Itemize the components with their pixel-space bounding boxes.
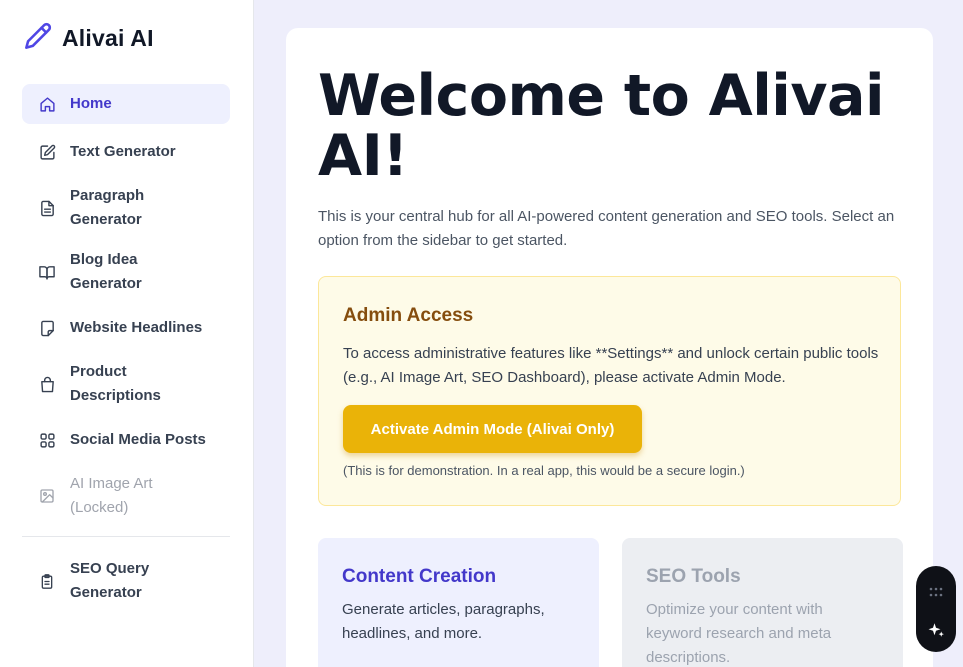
edit-icon <box>38 144 56 161</box>
grid-icon <box>38 432 56 449</box>
sidebar-item-blog-idea-generator[interactable]: Blog Idea Generator <box>22 244 230 300</box>
book-icon <box>38 264 56 281</box>
card-title: Content Creation <box>342 566 497 587</box>
note-icon <box>38 320 56 337</box>
sparkle-icon[interactable] <box>927 621 945 644</box>
admin-access-panel: Admin Access To access administrative fe… <box>318 276 901 506</box>
admin-title: Admin Access <box>343 305 474 326</box>
card-description: Optimize your content with keyword resea… <box>646 601 832 666</box>
sidebar-item-home[interactable]: Home <box>22 84 230 124</box>
brand-name: Alivai AI <box>62 25 154 51</box>
sidebar-item-label: Social Media Posts <box>70 431 206 448</box>
image-icon <box>38 488 56 504</box>
grip-icon[interactable] <box>928 584 944 602</box>
sidebar-item-website-headlines[interactable]: Website Headlines <box>22 308 230 348</box>
page-title: Welcome to Alivai AI! <box>318 63 884 189</box>
sidebar-item-label: Website Headlines <box>70 319 203 336</box>
card-description: Generate articles, paragraphs, headlines… <box>342 601 545 642</box>
admin-description: To access administrative features like *… <box>343 345 879 386</box>
seo-tools-card[interactable]: SEO Tools Optimize your content with key… <box>622 538 903 667</box>
sidebar-item-label: Text Generator <box>70 143 176 160</box>
sidebar-item-seo-query-generator[interactable]: SEO Query Generator <box>22 553 230 609</box>
main-content: Welcome to Alivai AI! This is your centr… <box>286 28 933 667</box>
sidebar-item-social-media-posts[interactable]: Social Media Posts <box>22 420 230 460</box>
admin-note: (This is for demonstration. In a real ap… <box>343 463 745 478</box>
sidebar-item-label: Blog Idea Generator <box>70 251 142 292</box>
sidebar-item-label: Paragraph Generator <box>70 187 145 228</box>
sidebar-divider <box>22 536 230 537</box>
sidebar-item-label: AI Image Art (Locked) <box>70 475 153 516</box>
sidebar-item-label: SEO Query Generator <box>70 560 150 601</box>
clipboard-icon <box>38 573 56 590</box>
sidebar-nav: Home Text Generator Paragraph Generator … <box>22 84 230 609</box>
content-creation-card[interactable]: Content Creation Generate articles, para… <box>318 538 599 667</box>
sidebar-item-label: Home <box>70 95 112 112</box>
sidebar-item-text-generator[interactable]: Text Generator <box>22 132 230 172</box>
intro-text: This is your central hub for all AI-powe… <box>318 208 895 249</box>
pencil-icon <box>24 22 52 55</box>
sidebar-item-paragraph-generator[interactable]: Paragraph Generator <box>22 180 230 236</box>
sidebar: Alivai AI Home Text Generator Paragraph … <box>0 0 254 667</box>
floating-assistant-widget[interactable] <box>916 566 956 652</box>
document-icon <box>38 200 56 217</box>
card-title: SEO Tools <box>646 566 741 587</box>
sidebar-item-label: Product Descriptions <box>70 363 161 404</box>
home-icon <box>38 96 56 113</box>
activate-admin-button[interactable]: Activate Admin Mode (Alivai Only) <box>343 405 642 453</box>
sidebar-item-ai-image-art[interactable]: AI Image Art (Locked) <box>22 468 230 524</box>
brand[interactable]: Alivai AI <box>24 22 154 55</box>
sidebar-item-product-descriptions[interactable]: Product Descriptions <box>22 356 230 412</box>
shopping-bag-icon <box>38 376 56 393</box>
